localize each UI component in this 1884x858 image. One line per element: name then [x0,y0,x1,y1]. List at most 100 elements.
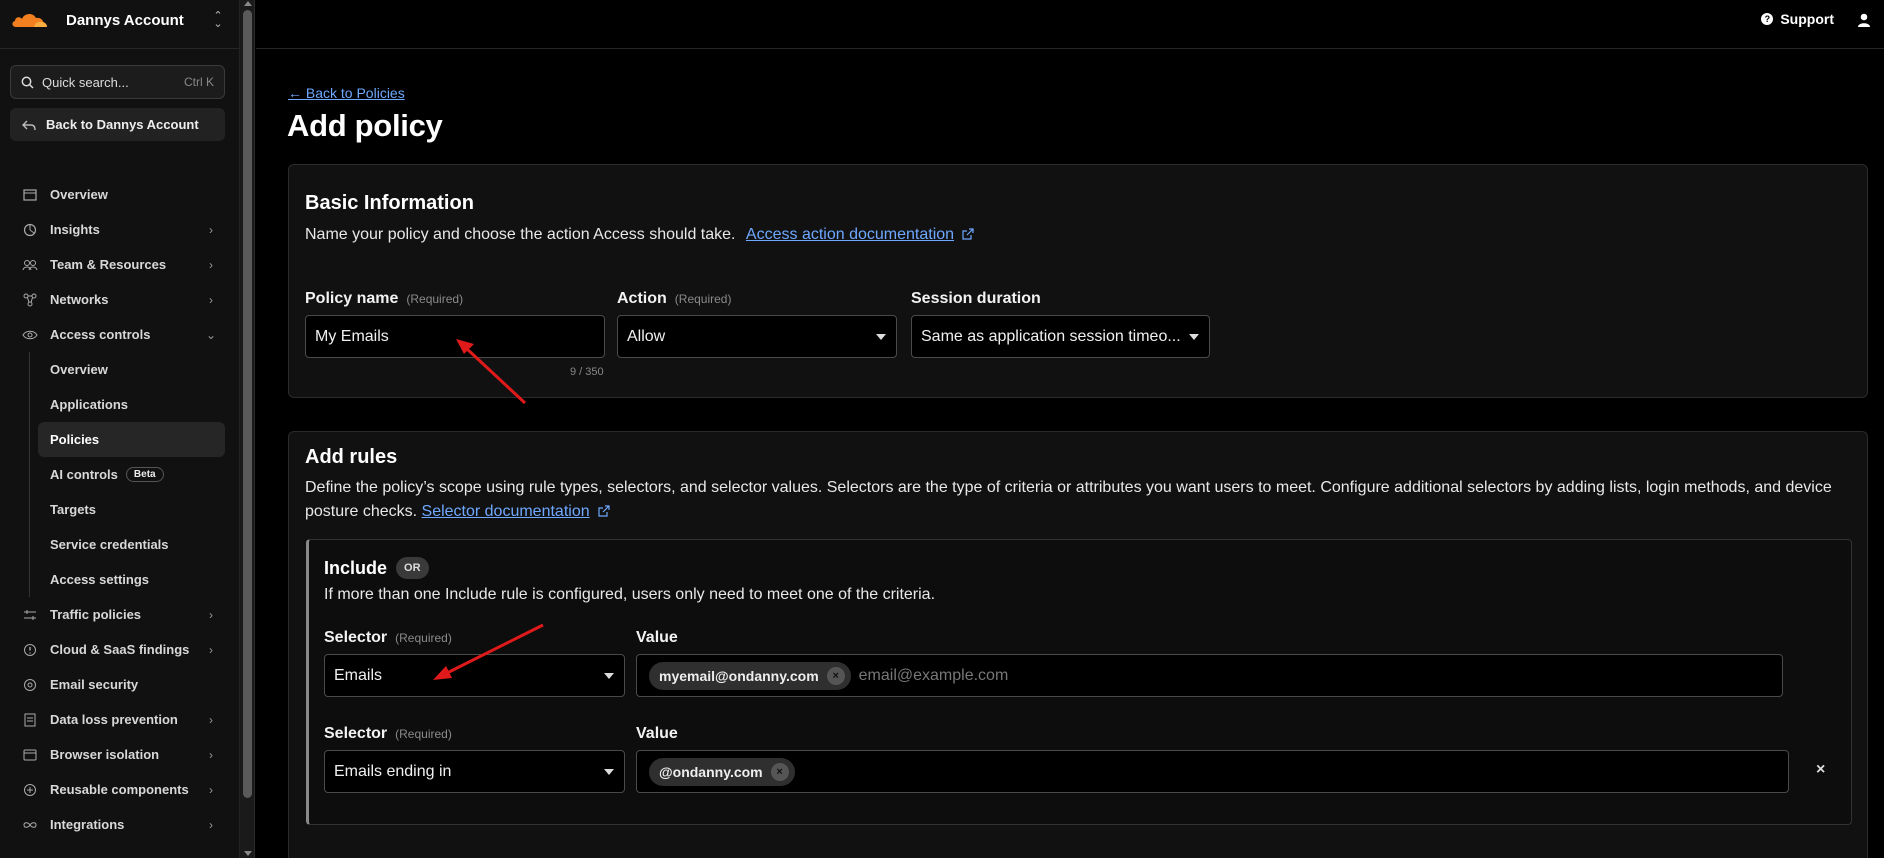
main-content: ← Back to Policies Add policy Basic Info… [256,49,1884,858]
basic-info-heading: Basic Information [305,192,474,214]
value-input[interactable]: @ondanny.com × [636,750,1789,793]
sidebar-item-insights[interactable]: Insights › [0,212,240,247]
scrollbar-thumb[interactable] [243,10,252,798]
back-to-policies-link[interactable]: ← Back to Policies [288,85,405,101]
value-label: Value [636,725,678,742]
sidebar-item-networks[interactable]: Networks › [0,282,240,317]
subnav-item-label: Service credentials [50,537,169,552]
selector-label-text: Selector [324,725,388,742]
selector-doc-link[interactable]: Selector documentation [422,503,590,520]
sidebar-item-traffic-policies[interactable]: Traffic policies › [0,597,240,632]
subnav-item-ai-controls[interactable]: AI controls Beta [38,457,225,492]
add-rules-description: Define the policy’s scope using rule typ… [305,476,1850,524]
basic-info-desc-text: Name your policy and choose the action A… [305,226,736,243]
sidebar-item-label: Reusable components [50,782,189,797]
team-icon [22,258,38,272]
value-chip: @ondanny.com × [649,757,795,786]
scroll-down-icon[interactable] [244,851,252,856]
sidebar-item-overview[interactable]: Overview [0,177,240,212]
policy-name-value: My Emails [315,327,389,345]
external-link-icon [962,228,974,240]
chevron-right-icon: › [209,607,213,622]
sidebar-item-integrations[interactable]: Integrations › [0,807,240,842]
subnav-item-policies[interactable]: Policies [38,422,225,457]
sidebar-item-reusable-components[interactable]: Reusable components › [0,772,240,807]
account-name: Dannys Account [66,11,184,29]
sidebar-item-label: Traffic policies [50,607,142,622]
sidebar-item-email-security[interactable]: Email security [0,667,240,702]
selector-select[interactable]: Emails ending in [324,750,625,793]
integrations-icon [22,818,38,832]
access-controls-subnav: Overview Applications Policies AI contro… [0,352,240,597]
chevron-down-icon: ⌄ [206,327,217,342]
required-hint: (Required) [674,292,732,306]
sidebar-item-label: Integrations [50,817,125,832]
chevron-right-icon: › [209,817,213,832]
access-icon [22,328,38,342]
dropdown-arrow-icon [1189,334,1199,340]
sidebar-item-label: Browser isolation [50,747,160,762]
back-arrow-icon [22,120,36,130]
action-select[interactable]: Allow [617,315,897,358]
sidebar-item-access-controls[interactable]: Access controls ⌄ [0,317,240,352]
remove-rule-icon[interactable]: × [1816,761,1825,779]
support-button[interactable]: ? Support [1761,11,1834,27]
include-title: Include OR [324,557,429,579]
value-placeholder: email@example.com [858,666,1009,684]
subnav-item-targets[interactable]: Targets [38,492,225,527]
required-hint: (Required) [395,631,452,645]
required-hint: (Required) [406,292,464,306]
networks-icon [22,293,38,307]
subnav-item-label: Applications [50,397,129,412]
value-input[interactable]: myemail@ondanny.com × email@example.com [636,654,1783,697]
sidebar-item-dlp[interactable]: Data loss prevention › [0,702,240,737]
sidebar: Dannys Account ⌃ ⌄ Quick search... Ctrl K… [0,0,240,858]
selector-select[interactable]: Emails [324,654,625,697]
chevron-right-icon: › [209,222,213,237]
sidebar-item-label: Cloud & SaaS findings [50,642,190,657]
add-rules-heading: Add rules [305,446,398,468]
back-to-account-button[interactable]: Back to Dannys Account [10,108,225,141]
email-icon [22,678,38,692]
session-duration-select[interactable]: Same as application session timeo... [911,315,1210,358]
subnav-item-label: Targets [50,502,96,517]
overview-icon [22,188,38,202]
action-label-text: Action [617,290,667,307]
quick-search-label: Quick search... [42,74,129,90]
chip-remove-icon[interactable]: × [826,666,845,685]
policy-name-input[interactable]: My Emails [305,315,605,358]
include-rule-group: Include OR If more than one Include rule … [306,539,1852,825]
char-counter: 9 / 350 [570,366,604,378]
access-action-doc-link[interactable]: Access action documentation [746,226,954,243]
chevron-updown-icon[interactable]: ⌃ ⌄ [211,11,225,30]
sidebar-nav: Overview Insights › Team & Resources › N… [0,177,240,842]
sidebar-item-cloud-saas[interactable]: Cloud & SaaS findings › [0,632,240,667]
sidebar-item-label: Networks [50,292,109,307]
chevron-right-icon: › [209,747,213,762]
sidebar-item-browser-isolation[interactable]: Browser isolation › [0,737,240,772]
sidebar-item-label: Team & Resources [50,257,167,272]
include-title-text: Include [324,558,388,578]
scroll-up-icon[interactable] [244,1,252,6]
subnav-item-applications[interactable]: Applications [38,387,225,422]
selector-value: Emails ending in [334,762,452,780]
subnav-item-overview[interactable]: Overview [38,352,225,387]
account-switcher[interactable]: Dannys Account ⌃ ⌄ [10,6,225,34]
back-to-account-label: Back to Dannys Account [46,117,199,132]
action-value: Allow [627,327,666,345]
chevron-right-icon: › [209,712,213,727]
cloud-icon [22,643,38,657]
quick-search-shortcut: Ctrl K [184,75,214,89]
quick-search[interactable]: Quick search... Ctrl K [10,65,225,99]
user-icon[interactable] [1856,12,1872,28]
sidebar-item-team[interactable]: Team & Resources › [0,247,240,282]
dropdown-arrow-icon [604,673,614,679]
sidebar-item-label: Email security [50,677,139,692]
subnav-item-service-credentials[interactable]: Service credentials [38,527,225,562]
subnav-item-access-settings[interactable]: Access settings [38,562,225,597]
search-icon [21,76,34,89]
cloudflare-logo [12,13,47,27]
chip-remove-icon[interactable]: × [770,762,789,781]
sidebar-scrollbar[interactable] [240,0,255,858]
subnav-item-label: AI controls [50,467,118,482]
